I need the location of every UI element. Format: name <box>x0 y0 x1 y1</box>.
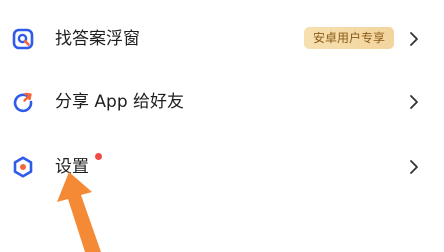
settings-gear-icon <box>11 155 35 179</box>
chevron-right-icon <box>409 159 419 175</box>
android-exclusive-badge: 安卓用户专享 <box>304 27 394 49</box>
chevron-right-icon <box>409 94 419 110</box>
notification-dot <box>95 153 102 160</box>
menu-item-label: 找答案浮窗 <box>55 29 140 49</box>
menu-item-share-app[interactable]: 分享 App 给好友 <box>0 77 444 127</box>
share-refresh-icon <box>11 90 35 114</box>
pointer-arrow-icon <box>55 168 115 252</box>
menu-item-find-answer-window[interactable]: 找答案浮窗 安卓用户专享 <box>0 14 444 64</box>
chevron-right-icon <box>409 31 419 47</box>
search-window-icon <box>11 27 35 51</box>
menu-item-label: 分享 App 给好友 <box>55 92 185 112</box>
